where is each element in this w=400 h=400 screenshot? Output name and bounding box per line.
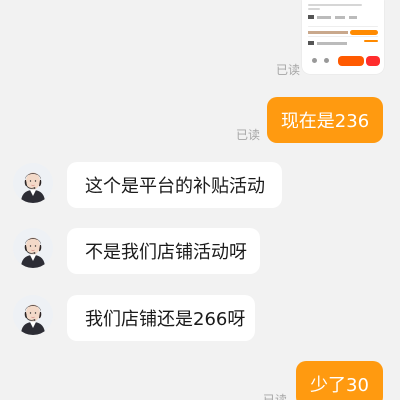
- agent-avatar[interactable]: [13, 295, 53, 335]
- thumb-orange-badge: [350, 30, 378, 35]
- incoming-message-bubble[interactable]: 这个是平台的补贴活动: [67, 162, 282, 208]
- thumb-divider: [308, 26, 378, 27]
- agent-avatar[interactable]: [13, 228, 53, 268]
- incoming-message-bubble[interactable]: 我们店铺还是266呀: [67, 295, 255, 341]
- incoming-message-bubble[interactable]: 不是我们店铺活动呀: [67, 228, 260, 274]
- avatar-icon: [13, 163, 53, 203]
- message-text: 现在是236: [280, 111, 370, 132]
- shared-screenshot-thumbnail[interactable]: [302, 0, 384, 74]
- message-text: 少了30: [310, 375, 369, 396]
- thumb-shop-icon: [312, 58, 317, 63]
- message-text: 这个是平台的补贴活动: [85, 176, 265, 197]
- thumb-price-row: [308, 14, 378, 20]
- thumb-buy-now-button: [366, 56, 380, 66]
- message-text: 不是我们店铺活动呀: [85, 242, 247, 263]
- thumb-link: [364, 40, 378, 42]
- thumb-cart-icon: [324, 58, 329, 63]
- thumb-divider: [308, 36, 378, 37]
- thumb-buy-button: [338, 56, 364, 66]
- avatar-icon: [13, 228, 53, 268]
- agent-avatar[interactable]: [13, 163, 53, 203]
- read-status: 已读: [276, 63, 301, 77]
- outgoing-message-bubble[interactable]: 少了30: [296, 361, 383, 400]
- outgoing-message-bubble[interactable]: 现在是236: [267, 97, 383, 143]
- thumb-text-line: [308, 4, 362, 6]
- message-text: 我们店铺还是266呀: [85, 309, 246, 330]
- read-status: 已读: [236, 128, 261, 142]
- read-status: 已读: [263, 393, 288, 400]
- thumb-text-line: [308, 8, 320, 10]
- avatar-icon: [13, 295, 53, 335]
